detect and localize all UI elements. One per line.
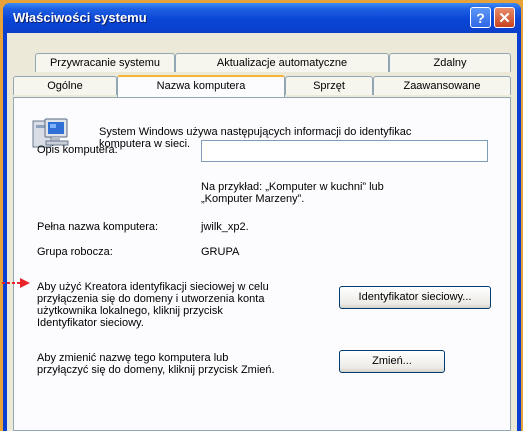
rename-text: Aby zmienić nazwę tego komputera lub prz…	[37, 352, 275, 376]
window-title: Właściwości systemu	[13, 10, 147, 25]
full-name-label: Pełna nazwa komputera:	[37, 221, 159, 233]
tab-hardware[interactable]: Sprzęt	[285, 76, 373, 95]
workgroup-value: GRUPA	[201, 246, 240, 258]
close-icon: ✕	[498, 10, 511, 27]
help-icon: ?	[476, 10, 485, 26]
dialog-body: Przywracanie systemu Aktualizacje automa…	[7, 33, 517, 431]
help-button[interactable]: ?	[470, 7, 491, 28]
workgroup-label: Grupa robocza:	[37, 246, 113, 258]
tab-general[interactable]: Ogólne	[13, 76, 117, 95]
pointer-arrow-icon	[0, 278, 30, 288]
title-bar[interactable]: Właściwości systemu ? ✕	[3, 3, 521, 33]
tab-automatic-updates[interactable]: Aktualizacje automatyczne	[175, 53, 389, 72]
computer-description-input[interactable]	[201, 140, 488, 162]
network-id-button[interactable]: Identyfikator sieciowy...	[339, 286, 491, 309]
tab-advanced[interactable]: Zaawansowane	[373, 76, 511, 95]
full-name-value: jwilk_xp2.	[201, 221, 249, 233]
tab-computer-name[interactable]: Nazwa komputera	[117, 75, 285, 97]
tab-remote[interactable]: Zdalny	[389, 53, 511, 72]
wizard-text: Aby użyć Kreatora identyfikacji sieciowe…	[37, 281, 269, 329]
close-button[interactable]: ✕	[494, 7, 515, 28]
system-properties-window: Właściwości systemu ? ✕ Przywracanie sys…	[3, 3, 521, 431]
description-label: Opis komputera:	[37, 144, 118, 156]
change-button[interactable]: Zmień...	[339, 350, 445, 373]
example-text: Na przykład: „Komputer w kuchni” lub „Ko…	[201, 181, 384, 205]
tab-system-restore[interactable]: Przywracanie systemu	[35, 53, 175, 72]
